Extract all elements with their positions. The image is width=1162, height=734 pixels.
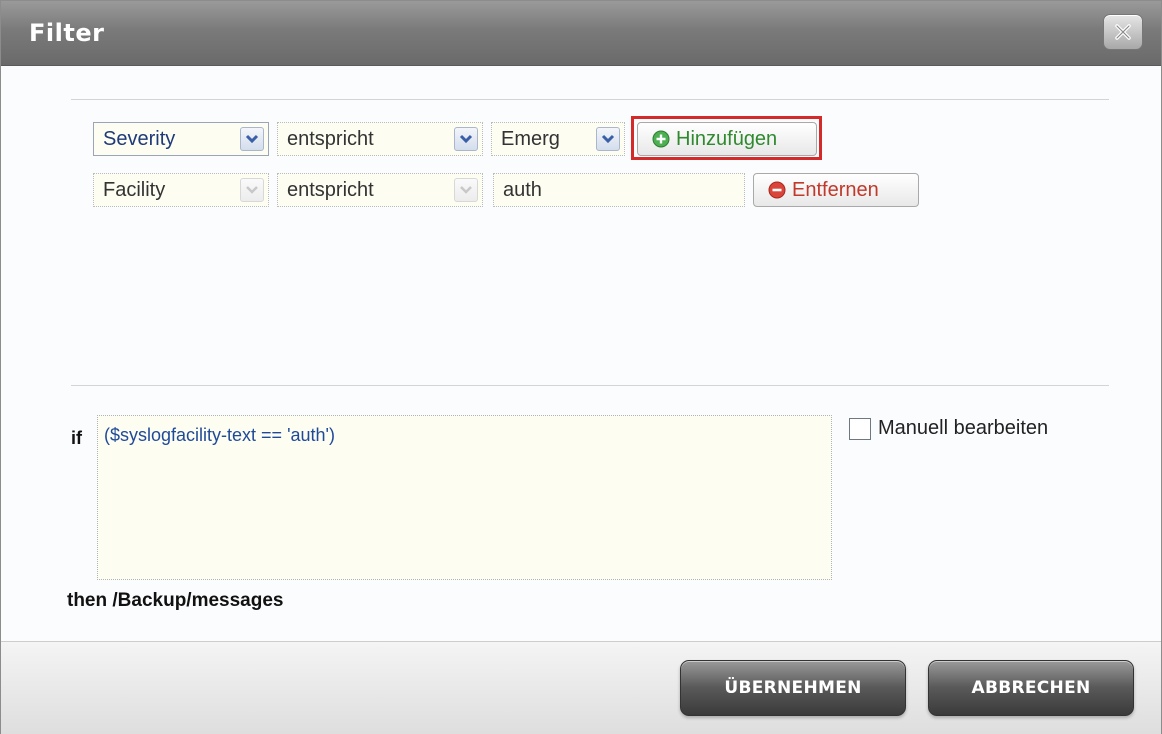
cancel-button[interactable]: ABBRECHEN — [928, 660, 1134, 716]
value-select-row1-value: Emerg — [501, 128, 560, 150]
filter-dialog: Filter Severity entspricht Emerg Hinzufü… — [0, 0, 1162, 734]
chevron-down-icon[interactable] — [454, 127, 478, 151]
operator-select-row2[interactable]: entspricht — [277, 173, 483, 207]
operator-select-row2-value: entspricht — [287, 179, 374, 201]
expression-textarea[interactable]: ($syslogfacility-text == 'auth') — [97, 415, 832, 580]
apply-button[interactable]: ÜBERNEHMEN — [680, 660, 906, 716]
manual-edit-checkbox[interactable] — [849, 418, 871, 440]
remove-button-label: Entfernen — [792, 178, 879, 201]
highlight-box — [631, 116, 822, 160]
remove-button[interactable]: Entfernen — [753, 173, 919, 207]
manual-edit-label[interactable]: Manuell bearbeiten — [878, 417, 1048, 440]
dialog-title: Filter — [29, 19, 105, 47]
value-input-row2-value: auth — [503, 179, 542, 201]
field-select-row1-value: Severity — [103, 128, 176, 150]
chevron-down-icon — [240, 178, 264, 202]
value-input-row2[interactable]: auth — [493, 173, 745, 207]
chevron-down-icon — [454, 178, 478, 202]
chevron-down-icon[interactable] — [596, 127, 620, 151]
chevron-down-icon[interactable] — [240, 127, 264, 151]
cancel-button-label: ABBRECHEN — [971, 678, 1091, 698]
operator-select-row1-value: entspricht — [287, 128, 374, 150]
divider-top — [71, 99, 1109, 100]
close-button[interactable] — [1103, 14, 1143, 50]
apply-button-label: ÜBERNEHMEN — [724, 678, 862, 698]
close-icon — [1115, 24, 1131, 40]
operator-select-row1[interactable]: entspricht — [277, 122, 483, 156]
field-select-row2-value: Facility — [103, 179, 166, 201]
title-bar: Filter — [1, 1, 1161, 66]
field-select-row1[interactable]: Severity — [93, 122, 269, 156]
value-select-row1[interactable]: Emerg — [491, 122, 625, 156]
then-label: then /Backup/messages — [67, 590, 284, 611]
field-select-row2[interactable]: Facility — [93, 173, 269, 207]
divider-middle — [71, 385, 1109, 386]
minus-circle-icon — [768, 181, 786, 199]
expression-text: ($syslogfacility-text == 'auth') — [104, 425, 335, 445]
if-label: if — [71, 428, 82, 448]
